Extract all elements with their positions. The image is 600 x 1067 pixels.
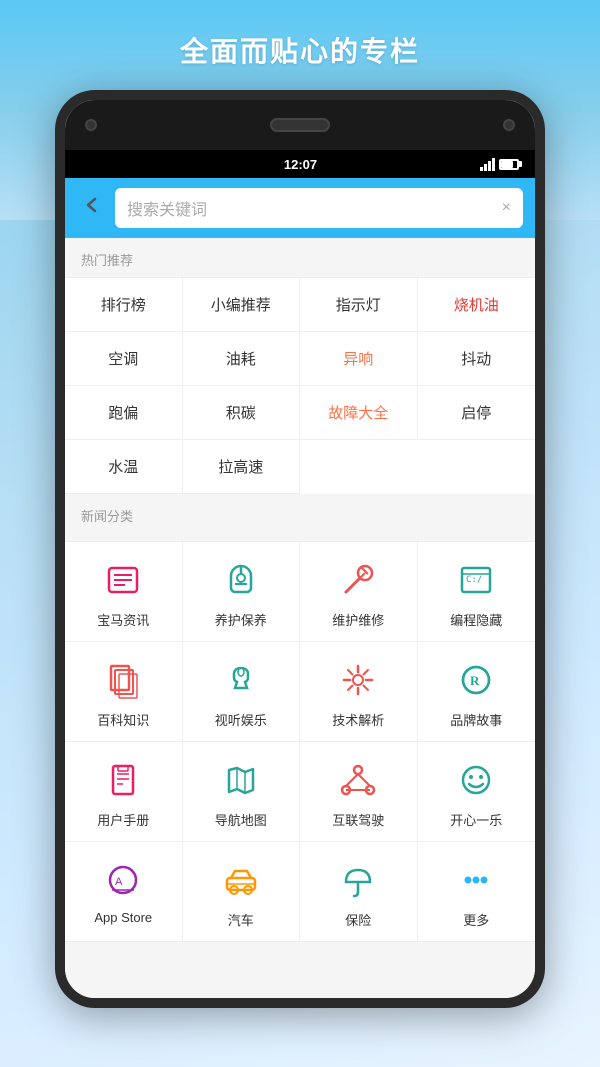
map-icon <box>219 758 263 802</box>
phone-content: 搜索关键词 × 热门推荐 排行榜 小编推荐 指示灯 烧机油 空调 油耗 异响 抖… <box>65 178 535 998</box>
category-umbrella[interactable]: 保险 <box>300 842 418 942</box>
brand-label: 品牌故事 <box>450 710 502 729</box>
hot-tag-empty2 <box>418 440 536 494</box>
category-maintenance[interactable]: 养护保养 <box>183 542 301 642</box>
umbrella-label: 保险 <box>345 910 371 929</box>
category-brand[interactable]: R 品牌故事 <box>418 642 536 742</box>
news-section-label: 新闻分类 <box>65 494 535 533</box>
connected-icon <box>336 758 380 802</box>
hot-tag-shaojiyou[interactable]: 烧机油 <box>418 278 536 332</box>
phone-frame: 12:07 搜索关键词 × <box>55 90 545 1008</box>
hot-section-label: 热门推荐 <box>65 238 535 277</box>
category-more[interactable]: 更多 <box>418 842 536 942</box>
brand-icon: R <box>454 658 498 702</box>
phone-camera <box>85 119 97 131</box>
umbrella-icon <box>336 858 380 902</box>
manual-icon <box>101 758 145 802</box>
status-icons <box>480 157 519 171</box>
maintenance-label: 养护保养 <box>215 610 267 629</box>
category-map[interactable]: 导航地图 <box>183 742 301 842</box>
hot-tag-zhishideng[interactable]: 指示灯 <box>300 278 418 332</box>
more-label: 更多 <box>463 910 489 929</box>
phone-speaker <box>270 118 330 132</box>
programming-icon: C:/ <box>454 558 498 602</box>
category-programming[interactable]: C:/ 编程隐藏 <box>418 542 536 642</box>
entertainment-icon <box>219 658 263 702</box>
encyclopedia-icon <box>101 658 145 702</box>
hot-tag-qiting[interactable]: 启停 <box>418 386 536 440</box>
hot-tags-grid: 排行榜 小编推荐 指示灯 烧机油 空调 油耗 异响 抖动 跑偏 积碳 故障大全 … <box>65 277 535 494</box>
category-encyclopedia[interactable]: 百科知识 <box>65 642 183 742</box>
bmw-news-icon <box>101 558 145 602</box>
more-icon <box>454 858 498 902</box>
phone-sensor <box>503 119 515 131</box>
page-title: 全面而贴心的专栏 <box>180 0 420 90</box>
hot-tag-youhao[interactable]: 油耗 <box>183 332 301 386</box>
hot-tag-guzhangdaquan[interactable]: 故障大全 <box>300 386 418 440</box>
fun-label: 开心一乐 <box>450 810 502 829</box>
status-time: 12:07 <box>121 157 480 172</box>
bmw-news-label: 宝马资讯 <box>97 610 149 629</box>
hot-tag-zhudong[interactable]: 抖动 <box>418 332 536 386</box>
svg-text:R: R <box>470 673 480 688</box>
map-label: 导航地图 <box>215 810 267 829</box>
status-bar: 12:07 <box>65 150 535 178</box>
hot-tag-empty1 <box>300 440 418 494</box>
battery-fill <box>501 161 513 168</box>
tech-label: 技术解析 <box>332 710 384 729</box>
appstore-icon: A <box>101 858 145 902</box>
entertainment-label: 视听娱乐 <box>215 710 267 729</box>
search-bar: 搜索关键词 × <box>65 178 535 238</box>
hot-tag-lagaosu[interactable]: 拉高速 <box>183 440 301 494</box>
hot-tag-yixiang[interactable]: 异响 <box>300 332 418 386</box>
category-bmw-news[interactable]: 宝马资讯 <box>65 542 183 642</box>
hot-tag-paopian[interactable]: 跑偏 <box>65 386 183 440</box>
hot-tag-shuiwen[interactable]: 水温 <box>65 440 183 494</box>
category-connected[interactable]: 互联驾驶 <box>300 742 418 842</box>
car-icon <box>219 858 263 902</box>
category-fun[interactable]: 开心一乐 <box>418 742 536 842</box>
appstore-label: App Store <box>94 910 152 925</box>
search-clear-button[interactable]: × <box>502 199 511 217</box>
encyclopedia-label: 百科知识 <box>97 710 149 729</box>
tech-icon <box>336 658 380 702</box>
category-entertainment[interactable]: 视听娱乐 <box>183 642 301 742</box>
fun-icon <box>454 758 498 802</box>
back-button[interactable] <box>77 190 107 226</box>
hot-tag-jitan[interactable]: 积碳 <box>183 386 301 440</box>
search-input[interactable]: 搜索关键词 <box>127 196 502 220</box>
repair-icon <box>336 558 380 602</box>
hot-tag-xiaobianjiangtui[interactable]: 小编推荐 <box>183 278 301 332</box>
phone-top-bar <box>65 100 535 150</box>
category-tech[interactable]: 技术解析 <box>300 642 418 742</box>
hot-tag-kongtiao[interactable]: 空调 <box>65 332 183 386</box>
category-repair[interactable]: 维护维修 <box>300 542 418 642</box>
category-appstore[interactable]: A App Store <box>65 842 183 942</box>
connected-label: 互联驾驶 <box>332 810 384 829</box>
category-grid: 宝马资讯 养护保养 <box>65 541 535 942</box>
manual-label: 用户手册 <box>97 810 149 829</box>
repair-label: 维护维修 <box>332 610 384 629</box>
maintenance-icon <box>219 558 263 602</box>
battery-icon <box>499 159 519 170</box>
programming-label: 编程隐藏 <box>450 610 502 629</box>
svg-text:C:/: C:/ <box>466 575 482 585</box>
car-label: 汽车 <box>228 910 254 929</box>
category-manual[interactable]: 用户手册 <box>65 742 183 842</box>
signal-icon <box>480 157 495 171</box>
svg-text:A: A <box>115 876 123 888</box>
search-input-wrapper[interactable]: 搜索关键词 × <box>115 188 523 228</box>
hot-tag-paihangbang[interactable]: 排行榜 <box>65 278 183 332</box>
category-car[interactable]: 汽车 <box>183 842 301 942</box>
